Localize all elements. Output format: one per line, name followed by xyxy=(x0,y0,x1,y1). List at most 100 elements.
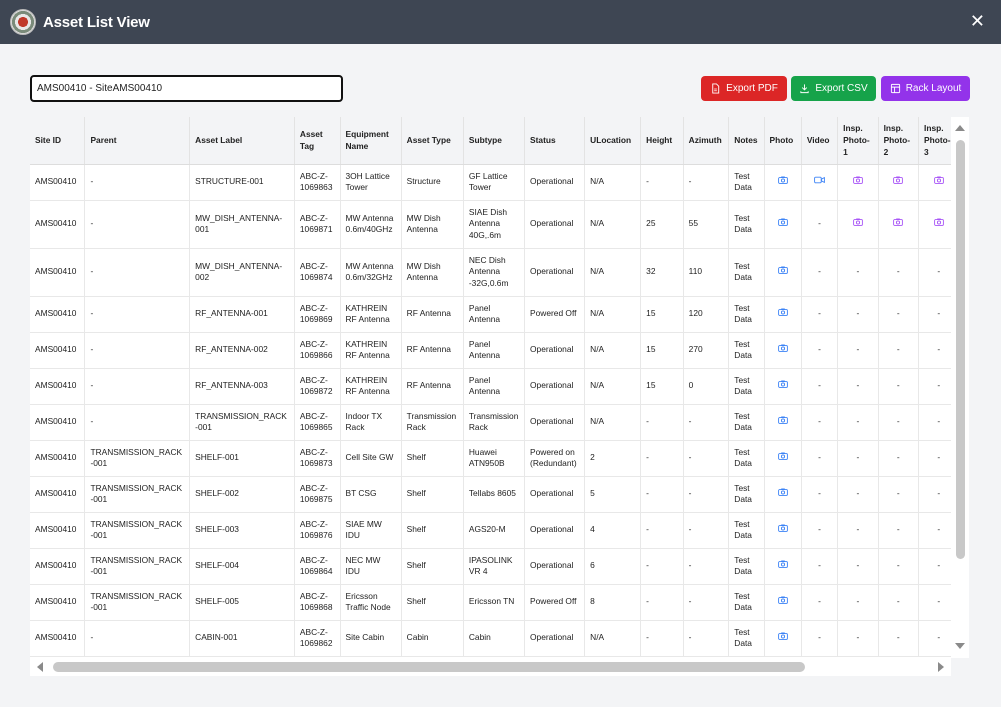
cell-status: Operational xyxy=(524,476,586,513)
table-row[interactable]: AMS00410- CABIN-001 ABC-Z-1069862 Site Cabi… xyxy=(30,620,951,657)
cell-insp2[interactable] xyxy=(878,200,920,249)
cell-type: Shelf xyxy=(401,548,464,585)
cell-notes: Test Data xyxy=(728,548,765,585)
camera-icon[interactable] xyxy=(933,218,944,230)
column-header[interactable]: Parent xyxy=(84,117,191,165)
cell-tag: ABC-Z-1069875 xyxy=(294,476,341,513)
cell-photo[interactable] xyxy=(764,332,802,369)
camera-icon[interactable] xyxy=(777,266,788,278)
camera-icon[interactable] xyxy=(777,344,788,356)
table-row[interactable]: AMS00410- STRUCTURE-001 ABC-Z-1069863 3OH L… xyxy=(30,164,951,201)
camera-icon[interactable] xyxy=(933,176,944,188)
cell-photo[interactable] xyxy=(764,200,802,249)
scroll-right-icon[interactable] xyxy=(937,661,945,673)
cell-photo[interactable] xyxy=(764,296,802,333)
cell-type: Structure xyxy=(401,164,464,201)
cell-equip: KATHREIN RF Antenna xyxy=(340,332,402,369)
export-csv-button[interactable]: Export CSV xyxy=(791,76,876,101)
cell-photo[interactable] xyxy=(764,512,802,549)
export-pdf-button[interactable]: Export PDF xyxy=(701,76,787,101)
cell-insp2[interactable] xyxy=(878,164,920,201)
table-row[interactable]: AMS00410 TRANSMISSION_RACK-001 SHELF-001 AB… xyxy=(30,440,951,477)
camera-icon[interactable] xyxy=(893,176,904,188)
camera-icon[interactable] xyxy=(777,632,788,644)
table-row[interactable]: AMS00410 TRANSMISSION_RACK-001 SHELF-004 AB… xyxy=(30,548,951,585)
column-header[interactable]: Video xyxy=(801,117,839,165)
column-header[interactable]: ULocation xyxy=(584,117,642,165)
column-header[interactable]: Asset Type xyxy=(401,117,464,165)
table-row[interactable]: AMS00410 TRANSMISSION_RACK-001 SHELF-003 AB… xyxy=(30,512,951,549)
table-row[interactable]: AMS00410- RF_ANTENNA-003 ABC-Z-1069872 KATH… xyxy=(30,368,951,405)
camera-icon[interactable] xyxy=(777,524,788,536)
cell-parent: TRANSMISSION_RACK-001 xyxy=(84,512,191,549)
cell-photo[interactable] xyxy=(764,248,802,297)
camera-icon[interactable] xyxy=(777,560,788,572)
camera-icon[interactable] xyxy=(777,218,788,230)
cell-uloc: N/A xyxy=(584,296,642,333)
column-header[interactable]: Insp. Photo-2 xyxy=(878,117,920,165)
cell-label: SHELF-001 xyxy=(189,440,295,477)
table-row[interactable]: AMS00410 TRANSMISSION_RACK-001 SHELF-005 AB… xyxy=(30,584,951,621)
cell-subtype: IPASOLINK VR 4 xyxy=(463,548,526,585)
cell-photo[interactable] xyxy=(764,584,802,621)
table-row[interactable]: AMS00410- MW_DISH_ANTENNA-002 ABC-Z-106987… xyxy=(30,248,951,297)
column-header[interactable]: Insp. Photo-1 xyxy=(837,117,879,165)
column-header[interactable]: Asset Label xyxy=(189,117,295,165)
column-header[interactable]: Equipment Name xyxy=(340,117,402,165)
asset-table: Site ID Parent Asset Label Asset Tag Equipme… xyxy=(30,117,951,657)
column-header[interactable]: Azimuth xyxy=(683,117,730,165)
camera-icon[interactable] xyxy=(777,452,788,464)
column-header[interactable]: Photo xyxy=(764,117,802,165)
camera-icon[interactable] xyxy=(777,416,788,428)
rack-layout-button[interactable]: Rack Layout xyxy=(881,76,970,101)
cell-insp1[interactable] xyxy=(837,200,879,249)
cell-tag: ABC-Z-1069872 xyxy=(294,368,341,405)
table-row[interactable]: AMS00410- RF_ANTENNA-001 ABC-Z-1069869 KATH… xyxy=(30,296,951,333)
cell-notes: Test Data xyxy=(728,404,765,441)
cell-photo[interactable] xyxy=(764,404,802,441)
column-header[interactable]: Status xyxy=(524,117,586,165)
table-row[interactable]: AMS00410 TRANSMISSION_RACK-001 SHELF-002 AB… xyxy=(30,476,951,513)
cell-photo[interactable] xyxy=(764,620,802,657)
site-filter-input[interactable] xyxy=(30,75,343,102)
app-logo xyxy=(10,9,36,35)
cell-insp3[interactable] xyxy=(918,164,951,201)
cell-photo[interactable] xyxy=(764,476,802,513)
cell-photo[interactable] xyxy=(764,368,802,405)
column-header[interactable]: Subtype xyxy=(463,117,526,165)
camera-icon[interactable] xyxy=(777,596,788,608)
vertical-scroll-thumb[interactable] xyxy=(956,140,965,559)
camera-icon[interactable] xyxy=(852,218,863,230)
table-row[interactable]: AMS00410- RF_ANTENNA-002 ABC-Z-1069866 KATH… xyxy=(30,332,951,369)
scroll-left-icon[interactable] xyxy=(36,661,44,673)
cell-label: CABIN-001 xyxy=(189,620,295,657)
camera-icon[interactable] xyxy=(777,176,788,188)
video-icon[interactable] xyxy=(814,176,825,188)
cell-insp1[interactable] xyxy=(837,164,879,201)
column-header[interactable]: Insp. Photo-3 xyxy=(918,117,951,165)
camera-icon[interactable] xyxy=(777,308,788,320)
cell-insp3[interactable] xyxy=(918,200,951,249)
horizontal-scroll-thumb[interactable] xyxy=(53,662,805,672)
cell-photo[interactable] xyxy=(764,548,802,585)
column-header[interactable]: Asset Tag xyxy=(294,117,341,165)
scroll-down-icon[interactable] xyxy=(954,642,966,650)
camera-icon[interactable] xyxy=(893,218,904,230)
table-row[interactable]: AMS00410- TRANSMISSION_RACK-001 ABC-Z-1069… xyxy=(30,404,951,441)
camera-icon[interactable] xyxy=(777,488,788,500)
cell-insp1: - xyxy=(837,548,879,585)
column-header[interactable]: Site ID xyxy=(30,117,86,165)
cell-parent: TRANSMISSION_RACK-001 xyxy=(84,584,191,621)
cell-type: Cabin xyxy=(401,620,464,657)
scroll-up-icon[interactable] xyxy=(954,124,966,132)
table-row[interactable]: AMS00410- MW_DISH_ANTENNA-001 ABC-Z-106987… xyxy=(30,200,951,249)
cell-photo[interactable] xyxy=(764,440,802,477)
column-header[interactable]: Notes xyxy=(728,117,765,165)
cell-insp3: - xyxy=(918,620,951,657)
cell-video[interactable] xyxy=(801,164,839,201)
column-header[interactable]: Height xyxy=(640,117,684,165)
cell-photo[interactable] xyxy=(764,164,802,201)
camera-icon[interactable] xyxy=(852,176,863,188)
close-icon[interactable]: ✕ xyxy=(970,11,985,31)
camera-icon[interactable] xyxy=(777,380,788,392)
